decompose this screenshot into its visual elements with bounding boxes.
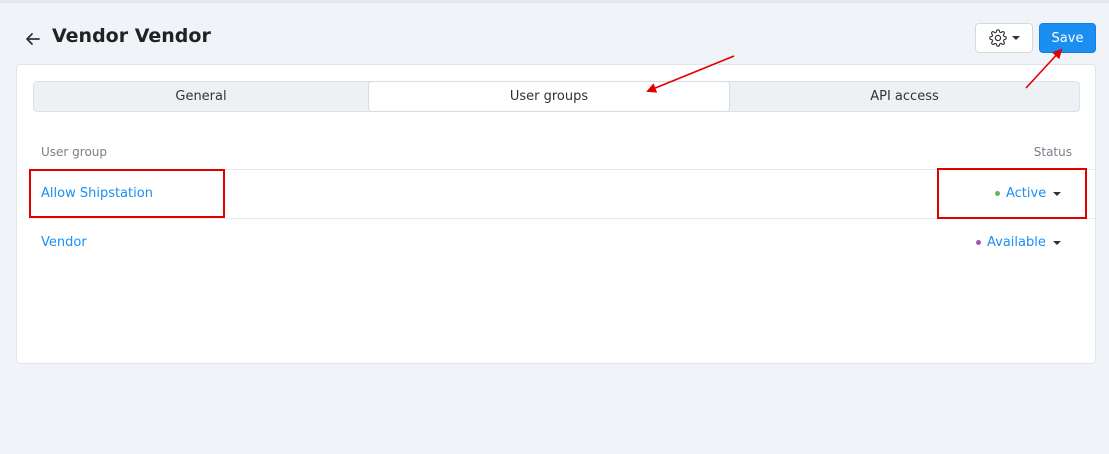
annotation-arrow [646,55,735,93]
annotation-arrows [646,48,1063,93]
annotation-arrow [1025,48,1063,89]
